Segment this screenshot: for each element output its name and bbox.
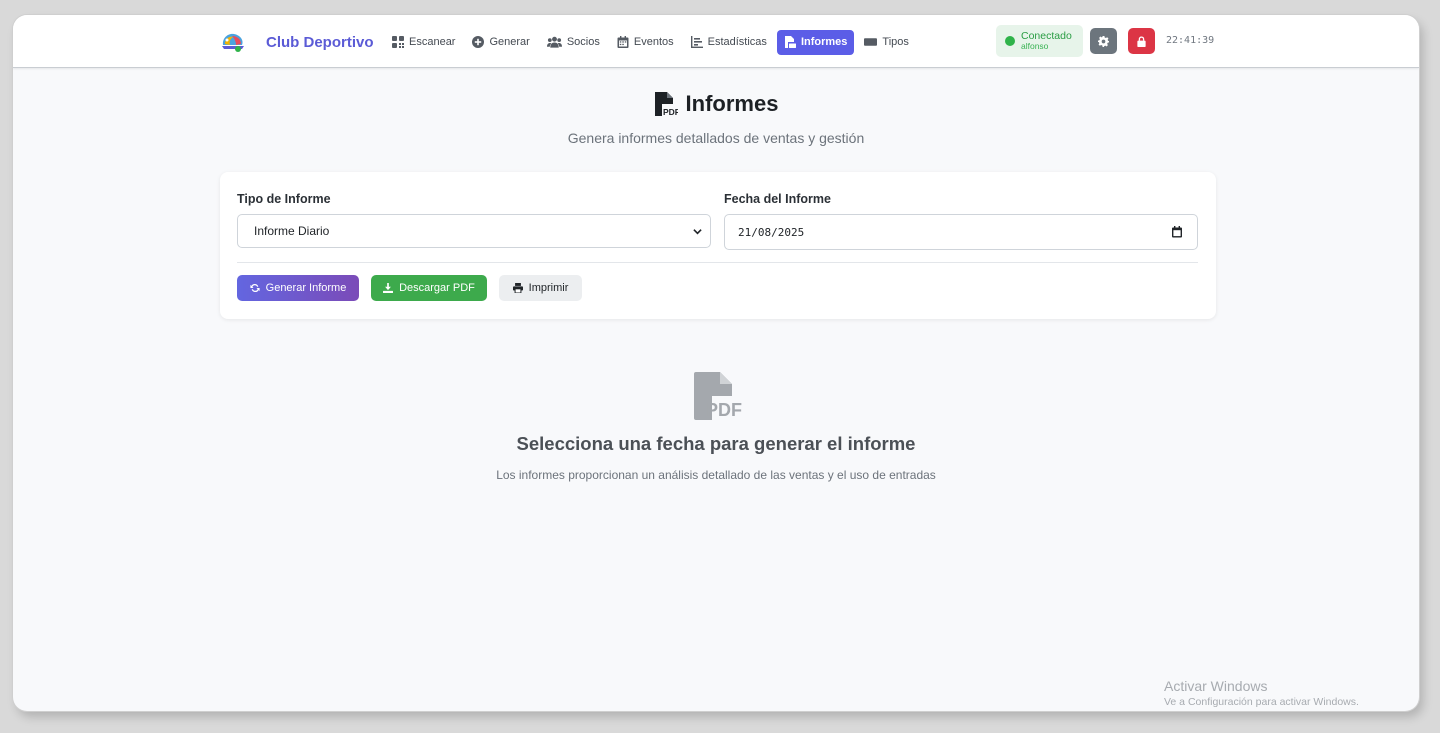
windows-activation-title: Activar Windows — [1164, 678, 1268, 694]
chart-icon — [690, 36, 703, 48]
nav-informes-label: Informes — [800, 36, 848, 48]
chevron-down-icon — [693, 228, 702, 234]
report-date-label: Fecha del Informe — [724, 192, 831, 206]
ticket-icon — [864, 38, 878, 46]
report-type-label: Tipo de Informe — [237, 192, 331, 206]
print-label: Imprimir — [528, 282, 569, 294]
report-type-select[interactable]: Informe Diario — [237, 214, 711, 248]
file-pdf-icon: PDF — [654, 92, 678, 116]
nav-links: Escanear Generar Socios Eventos Estadíst… — [385, 29, 919, 55]
status-dot — [1005, 36, 1015, 46]
download-icon — [383, 283, 394, 293]
file-pdf-icon — [784, 36, 796, 48]
empty-state-title: Selecciona una fecha para generar el inf… — [516, 433, 916, 454]
nav-generar-label: Generar — [489, 36, 530, 48]
print-button[interactable]: Imprimir — [499, 275, 582, 301]
gear-icon — [1098, 35, 1109, 47]
clock: 22:41:39 — [1166, 35, 1215, 46]
report-date-value: 21/08/2025 — [738, 225, 805, 239]
nav-estadisticas-label: Estadísticas — [707, 36, 767, 48]
nav-tipos[interactable]: Tipos — [857, 30, 916, 55]
svg-text:PDF: PDF — [663, 107, 678, 116]
brand-name: Club Deportivo — [266, 33, 374, 51]
printer-icon — [512, 283, 523, 293]
nav-generar[interactable]: Generar — [465, 30, 536, 55]
nav-estadisticas[interactable]: Estadísticas — [684, 30, 774, 55]
connection-status: Conectado alfonso — [996, 25, 1083, 57]
nav-informes[interactable]: Informes — [776, 29, 855, 55]
file-pdf-icon: PDF — [694, 372, 742, 420]
page-title: Informes — [685, 91, 779, 116]
lock-icon — [1137, 35, 1146, 47]
grid-icon — [392, 36, 404, 48]
brand[interactable]: Club Deportivo — [220, 29, 374, 55]
empty-state-description: Los informes proporcionan un análisis de… — [496, 468, 936, 482]
report-form-card: Tipo de Informe Informe Diario Fecha del… — [220, 172, 1216, 319]
windows-activation-subtitle: Ve a Configuración para activar Windows. — [1164, 696, 1359, 708]
navbar: Club Deportivo Escanear Generar Socios E… — [13, 15, 1419, 68]
download-pdf-label: Descargar PDF — [399, 282, 475, 294]
report-type-value: Informe Diario — [254, 224, 330, 238]
users-icon — [546, 36, 562, 48]
divider — [237, 262, 1198, 263]
nav-escanear-label: Escanear — [409, 36, 456, 48]
refresh-icon — [250, 283, 260, 293]
status-label: Conectado — [1021, 30, 1072, 42]
logout-button[interactable] — [1128, 28, 1155, 54]
calendar-icon — [617, 36, 629, 48]
nav-tipos-label: Tipos — [882, 36, 909, 48]
nav-socios-label: Socios — [566, 36, 600, 48]
download-pdf-button[interactable]: Descargar PDF — [371, 275, 487, 301]
settings-button[interactable] — [1090, 28, 1117, 54]
app-window: Club Deportivo Escanear Generar Socios E… — [13, 15, 1419, 711]
generate-report-button[interactable]: Generar Informe — [237, 275, 359, 301]
report-date-input[interactable]: 21/08/2025 — [724, 214, 1198, 250]
nav-eventos[interactable]: Eventos — [610, 30, 681, 55]
svg-text:PDF: PDF — [706, 400, 742, 420]
nav-socios[interactable]: Socios — [540, 30, 607, 55]
page-header: PDF Informes — [13, 91, 1419, 117]
colorful-logo-icon — [222, 33, 244, 52]
plus-circle-icon — [472, 36, 485, 48]
status-user: alfonso — [1021, 41, 1049, 51]
nav-escanear[interactable]: Escanear — [385, 30, 462, 55]
page-subtitle: Genera informes detallados de ventas y g… — [567, 130, 865, 146]
calendar-icon[interactable] — [1171, 226, 1183, 238]
nav-eventos-label: Eventos — [633, 36, 674, 48]
generate-report-label: Generar Informe — [265, 282, 347, 294]
